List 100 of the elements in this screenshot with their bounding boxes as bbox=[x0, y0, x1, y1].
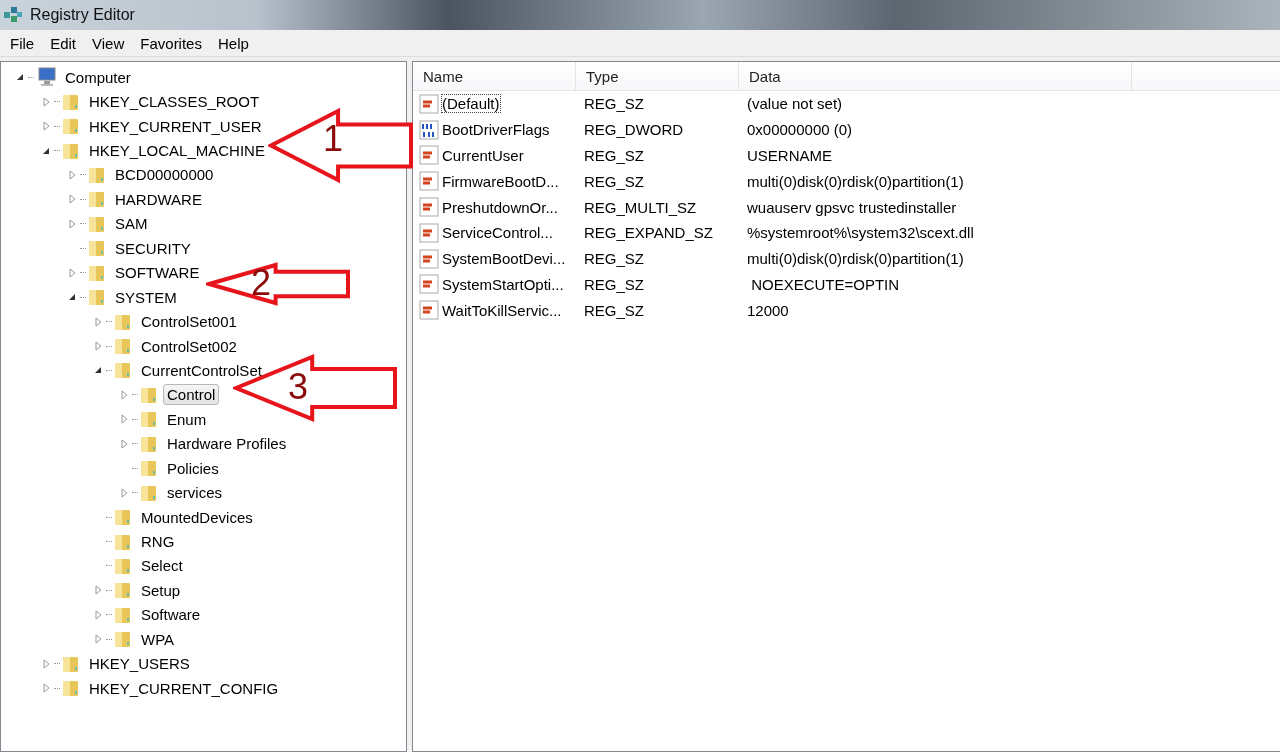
step-number: 1 bbox=[323, 118, 344, 160]
tree-item[interactable]: SOFTWARE bbox=[111, 262, 204, 284]
tree-item[interactable]: Policies bbox=[163, 457, 223, 479]
expanded-caret-icon[interactable] bbox=[42, 146, 50, 155]
folder-icon bbox=[87, 238, 107, 259]
menu-item[interactable]: File bbox=[2, 34, 43, 52]
folder-icon bbox=[61, 678, 81, 699]
collapsed-caret-icon[interactable] bbox=[94, 634, 102, 645]
tree-item[interactable]: Computer bbox=[61, 66, 135, 88]
value-name[interactable]: PreshutdownOr... bbox=[442, 198, 558, 216]
value-name[interactable]: WaitToKillServic... bbox=[442, 301, 562, 319]
collapsed-caret-icon[interactable] bbox=[120, 414, 128, 425]
value-type: REG_SZ bbox=[583, 275, 645, 293]
folder-icon bbox=[87, 287, 107, 308]
tree-item[interactable]: RNG bbox=[137, 531, 179, 553]
expanded-caret-icon[interactable] bbox=[94, 366, 102, 375]
column-header[interactable]: Name bbox=[413, 62, 576, 90]
value-name[interactable]: FirmwareBootD... bbox=[442, 172, 559, 190]
menu-item[interactable]: Edit bbox=[42, 34, 85, 52]
collapsed-caret-icon[interactable] bbox=[94, 585, 102, 596]
collapsed-caret-icon[interactable] bbox=[120, 487, 128, 498]
value-type: REG_SZ bbox=[583, 147, 645, 164]
collapsed-caret-icon[interactable] bbox=[68, 218, 76, 229]
value-data: 12000 bbox=[746, 301, 790, 319]
value-name[interactable]: CurrentUser bbox=[442, 147, 524, 164]
collapsed-caret-icon[interactable] bbox=[42, 683, 50, 694]
tree-item[interactable]: ControlSet001 bbox=[137, 311, 241, 333]
value-name[interactable]: ServiceControl... bbox=[442, 224, 553, 242]
step-number: 2 bbox=[251, 262, 272, 304]
tree-item[interactable]: SYSTEM bbox=[111, 286, 181, 308]
folder-icon bbox=[113, 580, 133, 601]
tree-item[interactable]: MountedDevices bbox=[137, 506, 257, 528]
value-type: REG_MULTI_SZ bbox=[583, 198, 698, 216]
tree-item[interactable]: Select bbox=[137, 555, 187, 577]
tree-item[interactable]: SAM bbox=[111, 213, 152, 235]
collapsed-caret-icon[interactable] bbox=[42, 121, 50, 132]
value-data: wuauserv gpsvc trustedinstaller bbox=[746, 198, 958, 216]
tree-item[interactable]: Control bbox=[163, 384, 220, 406]
collapsed-caret-icon[interactable] bbox=[94, 609, 102, 620]
binary-value-icon bbox=[419, 119, 439, 140]
string-value-icon bbox=[419, 171, 439, 192]
tree-item[interactable]: ControlSet002 bbox=[137, 335, 241, 357]
tree-item[interactable]: HKEY_CURRENT_CONFIG bbox=[85, 677, 283, 699]
value-name[interactable]: (Default) bbox=[442, 95, 500, 113]
column-header[interactable]: Data bbox=[739, 62, 1132, 90]
string-value-icon bbox=[419, 145, 439, 166]
tree-item[interactable]: WPA bbox=[137, 628, 179, 650]
collapsed-caret-icon[interactable] bbox=[120, 438, 128, 449]
collapsed-caret-icon[interactable] bbox=[68, 267, 76, 278]
collapsed-caret-icon[interactable] bbox=[42, 658, 50, 669]
tree-item[interactable]: services bbox=[163, 482, 226, 504]
folder-icon bbox=[61, 116, 81, 137]
value-type: REG_SZ bbox=[583, 95, 645, 113]
window-title: Registry Editor bbox=[30, 6, 135, 24]
value-name[interactable]: BootDriverFlags bbox=[442, 121, 550, 139]
value-data: multi(0)disk(0)rdisk(0)partition(1) bbox=[746, 172, 965, 190]
folder-icon bbox=[113, 629, 133, 650]
tree-item[interactable]: Setup bbox=[137, 579, 185, 601]
tree-item[interactable]: HKEY_CLASSES_ROOT bbox=[85, 91, 264, 113]
value-data: USERNAME bbox=[746, 147, 833, 164]
collapsed-caret-icon[interactable] bbox=[42, 96, 50, 107]
value-name[interactable]: SystemBootDevi... bbox=[442, 250, 566, 268]
tree-item[interactable]: Hardware Profiles bbox=[163, 433, 291, 455]
tree-item[interactable]: BCD00000000 bbox=[111, 164, 218, 186]
tree-item[interactable]: SECURITY bbox=[111, 237, 195, 259]
value-name[interactable]: SystemStartOpti... bbox=[442, 275, 564, 293]
value-data: (value not set) bbox=[746, 95, 844, 113]
tree-item[interactable]: HKEY_CURRENT_USER bbox=[85, 115, 266, 137]
tree-item[interactable]: HKEY_USERS bbox=[85, 653, 194, 675]
step-number: 3 bbox=[288, 366, 309, 408]
menu-item[interactable]: View bbox=[84, 34, 133, 52]
value-type: REG_EXPAND_SZ bbox=[583, 224, 714, 242]
string-value-icon bbox=[419, 197, 439, 218]
expanded-caret-icon[interactable] bbox=[68, 293, 76, 302]
folder-icon bbox=[139, 409, 159, 430]
tree-item[interactable]: HARDWARE bbox=[111, 188, 206, 210]
folder-icon bbox=[113, 336, 133, 357]
value-data: multi(0)disk(0)rdisk(0)partition(1) bbox=[746, 250, 965, 268]
string-value-icon bbox=[419, 248, 439, 269]
menu-item[interactable]: Favorites bbox=[132, 34, 210, 52]
collapsed-caret-icon[interactable] bbox=[68, 169, 76, 180]
tree-item[interactable]: Software bbox=[137, 604, 205, 626]
collapsed-caret-icon[interactable] bbox=[120, 389, 128, 400]
value-data: 0x00000000 (0) bbox=[746, 121, 854, 139]
collapsed-caret-icon[interactable] bbox=[68, 194, 76, 205]
folder-icon bbox=[139, 458, 159, 479]
expanded-caret-icon[interactable] bbox=[16, 73, 24, 82]
menu-item[interactable]: Help bbox=[209, 34, 257, 52]
folder-icon bbox=[87, 189, 107, 210]
tree-item[interactable]: CurrentControlSet bbox=[137, 359, 266, 381]
string-value-icon bbox=[419, 300, 439, 321]
string-value-icon bbox=[419, 93, 439, 114]
tree-item[interactable]: Enum bbox=[163, 408, 211, 430]
string-value-icon bbox=[419, 222, 439, 243]
tree-item[interactable]: HKEY_LOCAL_MACHINE bbox=[85, 140, 269, 162]
collapsed-caret-icon[interactable] bbox=[94, 316, 102, 327]
value-type: REG_SZ bbox=[583, 172, 645, 190]
collapsed-caret-icon[interactable] bbox=[94, 341, 102, 352]
value-data: %systemroot%\system32\scext.dll bbox=[746, 224, 975, 242]
column-header[interactable]: Type bbox=[576, 62, 739, 90]
